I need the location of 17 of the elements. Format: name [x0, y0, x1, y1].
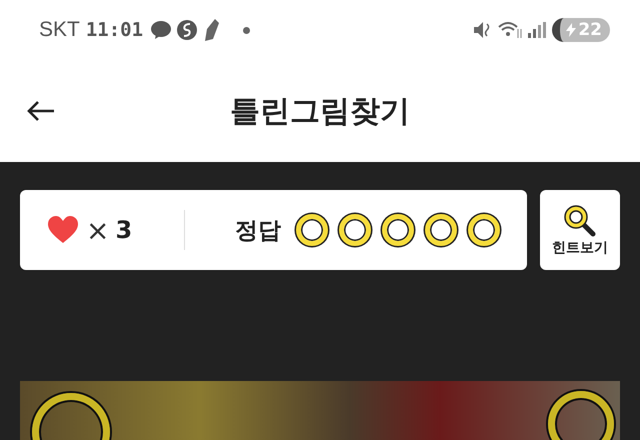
hint-button[interactable]: 힌트보기 [540, 190, 620, 270]
notification-dot [243, 26, 250, 34]
wifi-icon [498, 20, 522, 40]
answers-label: 정답 [235, 216, 282, 246]
carrier: SKT [39, 18, 80, 42]
circle-marker [548, 391, 614, 440]
lives-count: 3 [115, 216, 132, 244]
chat-bubble-icon [151, 21, 172, 39]
heart-icon [48, 216, 78, 244]
signal-icon [528, 22, 546, 38]
page-title: 틀린그림찾기 [230, 92, 410, 130]
battery-indicator: 22 [552, 18, 610, 42]
multiply-sign: × [86, 214, 110, 246]
magnifier-icon [562, 203, 598, 237]
clock-time: 11:01 [86, 19, 144, 41]
swirl-icon [177, 20, 198, 40]
bolt-icon [566, 23, 576, 37]
